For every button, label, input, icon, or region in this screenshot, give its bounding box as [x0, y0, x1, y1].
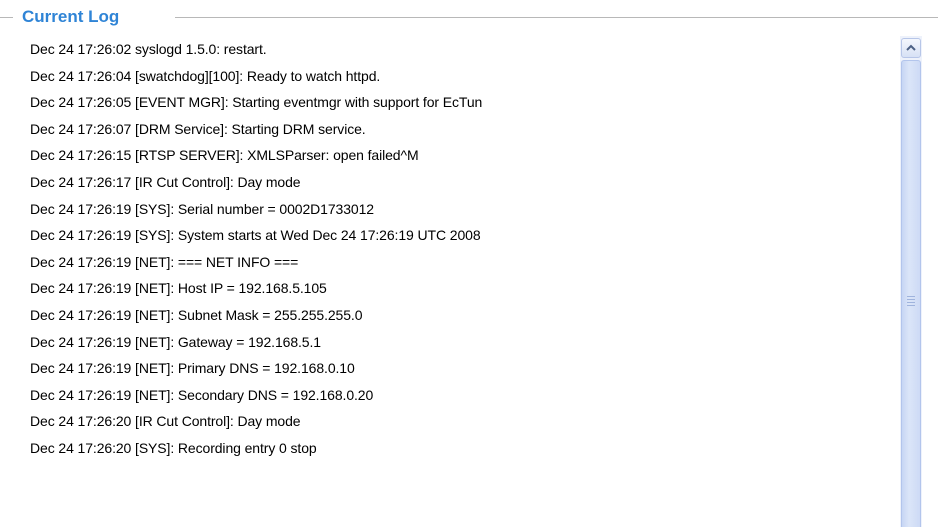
log-line: Dec 24 17:26:19 [NET]: === NET INFO ===: [30, 253, 299, 270]
section-title: Current Log: [22, 7, 120, 26]
fieldset-border-left: [0, 17, 13, 18]
log-line: Dec 24 17:26:19 [NET]: Subnet Mask = 255…: [30, 306, 363, 323]
fieldset-border-right: [175, 17, 938, 18]
log-line: Dec 24 17:26:17 [IR Cut Control]: Day mo…: [30, 173, 301, 190]
log-line: Dec 24 17:26:19 [NET]: Secondary DNS = 1…: [30, 386, 374, 403]
scroll-up-button[interactable]: [901, 38, 921, 58]
log-line: Dec 24 17:26:04 [swatchdog][100]: Ready …: [30, 67, 381, 84]
log-line: Dec 24 17:26:20 [IR Cut Control]: Day mo…: [30, 413, 301, 430]
log-line: Dec 24 17:26:20 [SYS]: Recording entry 0…: [30, 439, 317, 456]
log-line: Dec 24 17:26:19 [SYS]: System starts at …: [30, 227, 481, 244]
log-viewer[interactable]: Dec 24 17:26:02 syslogd 1.5.0: restart. D…: [30, 36, 930, 527]
log-line: Dec 24 17:26:07 [DRM Service]: Starting …: [30, 120, 366, 137]
log-line: Dec 24 17:26:19 [NET]: Host IP = 192.168…: [30, 280, 327, 297]
log-line: Dec 24 17:26:19 [NET]: Gateway = 192.168…: [30, 333, 321, 350]
log-line: Dec 24 17:26:02 syslogd 1.5.0: restart.: [30, 41, 267, 57]
log-line: Dec 24 17:26:19 [SYS]: Serial number = 0…: [30, 200, 374, 217]
chevron-up-icon: [906, 44, 916, 51]
log-list: Dec 24 17:26:02 syslogd 1.5.0: restart. D…: [30, 36, 482, 462]
log-line: Dec 24 17:26:19 [NET]: Primary DNS = 192…: [30, 360, 355, 377]
log-line: Dec 24 17:26:15 [RTSP SERVER]: XMLSParse…: [30, 147, 419, 164]
log-line: Dec 24 17:26:05 [EVENT MGR]: Starting ev…: [30, 94, 483, 111]
scroll-thumb[interactable]: [901, 60, 921, 527]
vertical-scrollbar[interactable]: [900, 36, 922, 527]
